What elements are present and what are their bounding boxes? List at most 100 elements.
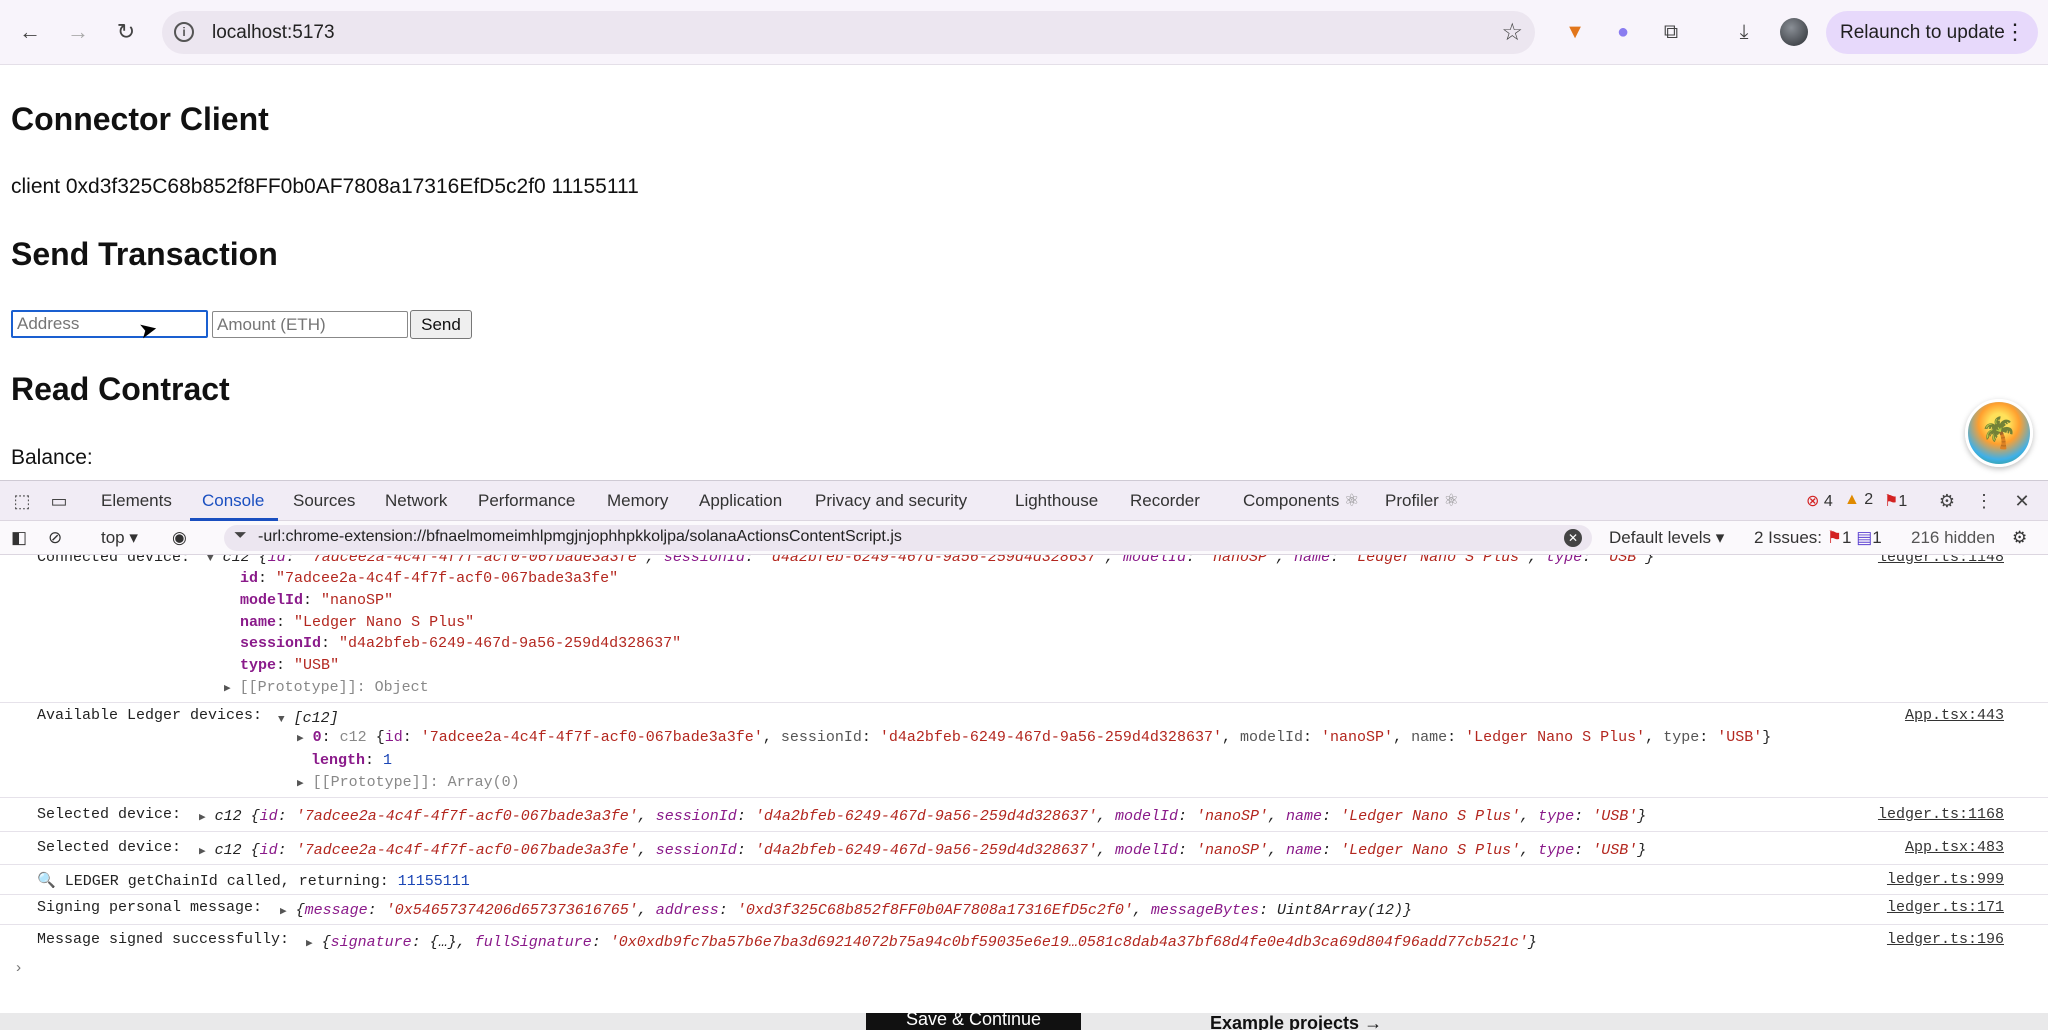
extensions-puzzle-icon[interactable]: ⧉ — [1657, 18, 1685, 46]
item-model: nanoSP — [1330, 729, 1385, 746]
prop-id-value: 7adcee2a-4c4f-4f7f-acf0-067bade3a3fe — [285, 570, 610, 587]
profile-avatar[interactable] — [1780, 18, 1808, 46]
error-count-badge[interactable]: ⊗ 4 — [1806, 491, 1833, 511]
tab-recorder[interactable]: Recorder — [1130, 491, 1200, 511]
device-toolbar-icon[interactable]: ▭ — [48, 490, 70, 512]
array-preview[interactable]: ▼ [c12] — [278, 710, 339, 727]
signing-message: 0x54657374206d657373616765 — [394, 902, 629, 919]
source-link[interactable]: App.tsx:443 — [1905, 707, 2004, 724]
react-icon: ⚛ — [1443, 491, 1459, 510]
prop-sessionid-value: d4a2bfeb-6249-467d-9a56-259d4d328637 — [348, 635, 673, 652]
clear-filter-icon[interactable]: ✕ — [1564, 529, 1582, 547]
signing-address: 0xd3f325C68b852f8FF0b0AF7808a17316EfD5c2… — [745, 902, 1124, 919]
settings-gear-icon[interactable]: ⚙ — [1936, 490, 1958, 512]
relaunch-button[interactable]: Relaunch to update ⋮ — [1826, 11, 2038, 54]
reload-icon[interactable]: ↻ — [110, 16, 142, 48]
array-length: length: 1 — [311, 752, 393, 769]
address-input[interactable] — [11, 310, 208, 338]
console-label-available: Available Ledger devices: — [37, 707, 263, 724]
filter-text: -url:chrome-extension://bfnaelmomeimhlpm… — [258, 528, 902, 545]
signing-preview[interactable]: ▶ {message: '0x54657374206d657373616765'… — [280, 902, 1412, 919]
tab-profiler-label: Profiler — [1385, 491, 1439, 510]
balance-label: Balance: — [11, 446, 93, 469]
preview-type: USB — [1609, 555, 1637, 566]
source-link[interactable]: ledger.ts:1168 — [1878, 806, 2004, 823]
browser-toolbar: ← → ↻ i localhost:5173 ☆ ▼ ● ⧉ ⤓ Relaunc… — [0, 0, 2048, 65]
prototype-array-row[interactable]: ▶ [[Prototype]]: Array(0) — [297, 774, 520, 791]
site-info-icon[interactable]: i — [174, 22, 194, 42]
source-link[interactable]: App.tsx:483 — [1905, 839, 2004, 856]
row-separator — [0, 864, 2048, 865]
signed-preview[interactable]: ▶ {signature: {…}, fullSignature: '0x0xd… — [306, 934, 1537, 951]
tab-components[interactable]: Components ⚛ — [1243, 491, 1359, 511]
console-settings-icon[interactable]: ⚙ — [2012, 528, 2027, 548]
console-output: Connected device: ▼ c12 {id: '7adcee2a-4… — [0, 555, 2048, 1014]
row-separator — [0, 702, 2048, 703]
url-text: localhost:5173 — [212, 22, 335, 43]
save-continue-button[interactable]: Save & Continue — [866, 1013, 1081, 1030]
issue-flag-badge[interactable]: ⚑1 — [1884, 491, 1907, 511]
tab-console[interactable]: Console — [202, 491, 264, 511]
download-icon[interactable]: ⤓ — [1730, 18, 1758, 46]
bookmark-star-icon[interactable]: ☆ — [1501, 18, 1523, 47]
chainid-message: LEDGER getChainId called, returning: — [64, 873, 389, 890]
source-link[interactable]: ledger.ts:196 — [1887, 931, 2004, 948]
devtools-more-icon[interactable]: ⋮ — [1973, 490, 1995, 512]
devtools-tab-bar: ⬚ ▭ Elements Console Sources Network Per… — [0, 481, 2048, 521]
array-item-0[interactable]: ▶ 0: c12 {id: '7adcee2a-4c4f-4f7f-acf0-0… — [297, 729, 1771, 746]
log-levels-dropdown[interactable]: Default levels ▾ — [1609, 528, 1724, 548]
warning-icon: ▲ — [1844, 491, 1860, 508]
tab-profiler[interactable]: Profiler ⚛ — [1385, 491, 1459, 511]
close-devtools-icon[interactable]: ✕ — [2011, 490, 2033, 512]
context-selector[interactable]: top ▾ — [101, 528, 138, 548]
tab-sources[interactable]: Sources — [293, 491, 355, 511]
example-projects-link[interactable]: Example projects → — [1210, 1013, 1382, 1030]
phantom-ghost-icon[interactable]: ● — [1609, 18, 1637, 46]
tab-application[interactable]: Application — [699, 491, 782, 511]
issues-counter[interactable]: 2 Issues: ⚑1 ▤1 — [1754, 528, 1882, 548]
prototype-object-row[interactable]: ▶ [[Prototype]]: Object — [224, 679, 429, 696]
heading-connector-client: Connector Client — [11, 101, 269, 137]
chainid-log: 🔍 LEDGER getChainId called, returning: 1… — [37, 871, 470, 890]
issues-red-count: 1 — [1842, 528, 1852, 547]
amount-input[interactable] — [212, 311, 408, 338]
console-prompt-chevron-icon[interactable]: › — [14, 960, 23, 977]
row-separator — [0, 797, 2048, 798]
signing-bytes: Uint8Array(12) — [1276, 902, 1403, 919]
sel1-id: 7adcee2a-4c4f-4f7f-acf0-067bade3a3fe — [304, 808, 629, 825]
source-link[interactable]: ledger.ts:1148 — [1878, 555, 2004, 566]
more-vert-icon[interactable]: ⋮ — [2004, 19, 2026, 45]
prop-type: type: "USB" — [240, 657, 340, 674]
tab-elements[interactable]: Elements — [101, 491, 172, 511]
tab-performance[interactable]: Performance — [478, 491, 575, 511]
tab-network[interactable]: Network — [385, 491, 447, 511]
tab-privacy-security[interactable]: Privacy and security — [815, 491, 967, 511]
live-expression-eye-icon[interactable]: ◉ — [172, 528, 187, 548]
prototype-array: [[Prototype]]: Array(0) — [312, 774, 520, 791]
back-arrow-icon[interactable]: ← — [14, 16, 46, 48]
inspect-element-icon[interactable]: ⬚ — [11, 490, 33, 512]
selected-preview-2[interactable]: ▶ c12 {id: '7adcee2a-4c4f-4f7f-acf0-067b… — [199, 842, 1646, 859]
metamask-fox-icon[interactable]: ▼ — [1561, 18, 1589, 46]
item-type: USB — [1726, 729, 1754, 746]
sidebar-toggle-icon[interactable]: ◧ — [11, 528, 27, 548]
console-filter-input[interactable]: ⏷ -url:chrome-extension://bfnaelmomeimhl… — [224, 525, 1592, 551]
console-object-preview[interactable]: ▼ c12 {id: '7adcee2a-4c4f-4f7f-acf0-067b… — [207, 555, 1654, 566]
tab-lighthouse[interactable]: Lighthouse — [1015, 491, 1098, 511]
forward-arrow-icon[interactable]: → — [62, 16, 94, 48]
row-separator — [0, 924, 2048, 925]
address-bar[interactable]: i localhost:5173 ☆ — [162, 11, 1535, 54]
console-label-selected-2: Selected device: — [37, 839, 182, 856]
warning-count-badge[interactable]: ▲ 2 — [1844, 491, 1873, 509]
clear-console-icon[interactable]: ⊘ — [48, 528, 62, 548]
preview-session: d4a2bfeb-6249-467d-9a56-259d4d328637 — [771, 555, 1096, 566]
source-link[interactable]: ledger.ts:171 — [1887, 899, 2004, 916]
heading-read-contract: Read Contract — [11, 371, 230, 407]
source-link[interactable]: ledger.ts:999 — [1887, 871, 2004, 888]
send-button[interactable]: Send — [410, 310, 472, 339]
floating-island-icon[interactable]: 🌴 — [1965, 399, 2033, 467]
preview-model: nanoSP — [1213, 555, 1268, 566]
tab-memory[interactable]: Memory — [607, 491, 668, 511]
selected-preview-1[interactable]: ▶ c12 {id: '7adcee2a-4c4f-4f7f-acf0-067b… — [199, 808, 1646, 825]
underlying-page-strip: Save & Continue Example projects → — [0, 1013, 2048, 1030]
